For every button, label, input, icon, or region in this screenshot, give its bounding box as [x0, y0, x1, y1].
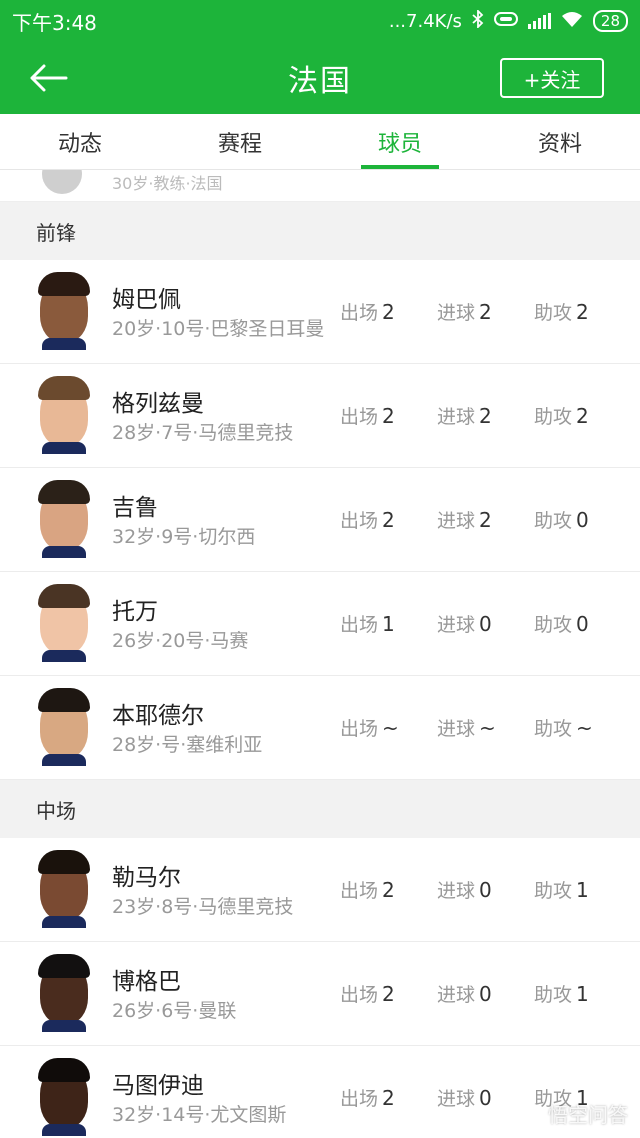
player-name: 勒马尔	[112, 865, 181, 891]
coach-row-partial[interactable]: 30岁·教练·法国	[0, 170, 640, 202]
player-meta: 32岁·14号·尤文图斯	[112, 1104, 287, 1126]
wifi-icon	[561, 11, 583, 32]
player-avatar	[38, 1058, 90, 1136]
player-name: 博格巴	[112, 969, 181, 995]
assists-stat: 助攻 ~	[534, 716, 593, 740]
coach-meta: 30岁·教练·法国	[112, 174, 223, 193]
player-meta: 28岁·号·塞维利亚	[112, 734, 263, 756]
player-avatar	[38, 480, 90, 558]
player-meta: 32岁·9号·切尔西	[112, 526, 256, 548]
page-title: 法国	[288, 64, 352, 99]
player-avatar	[38, 688, 90, 766]
appearances-stat: 出场 2	[340, 1086, 395, 1110]
player-meta: 23岁·8号·马德里竞技	[112, 896, 294, 918]
wukong-logo-icon	[512, 1101, 542, 1126]
appearances-stat: 出场 2	[340, 404, 395, 428]
assists-stat: 助攻 0	[534, 508, 589, 532]
assists-stat: 助攻 2	[534, 300, 589, 324]
app-bar: 法国 +关注	[0, 42, 640, 114]
goals-stat: 进球 0	[437, 982, 492, 1006]
player-row[interactable]: 格列兹曼 28岁·7号·马德里竞技 出场 2 进球 2 助攻 2	[0, 364, 640, 468]
status-icons: ...7.4K/s 28	[388, 8, 628, 33]
signal-icon	[527, 13, 551, 29]
goals-stat: 进球 0	[437, 1086, 492, 1110]
goals-stat: 进球 2	[437, 508, 492, 532]
goals-stat: 进球 0	[437, 878, 492, 902]
player-name: 本耶德尔	[112, 703, 204, 729]
player-name: 吉鲁	[112, 495, 158, 521]
arrow-left-icon	[30, 64, 68, 92]
watermark: 悟空问答	[512, 1099, 628, 1128]
player-avatar	[38, 850, 90, 928]
player-avatar	[38, 584, 90, 662]
battery-icon: 28	[592, 10, 628, 32]
player-avatar	[38, 954, 90, 1032]
tab-players[interactable]: 球员	[320, 114, 480, 169]
watermark-text: 悟空问答	[548, 1103, 628, 1127]
appearances-stat: 出场 2	[340, 982, 395, 1006]
player-row[interactable]: 吉鲁 32岁·9号·切尔西 出场 2 进球 2 助攻 0	[0, 468, 640, 572]
goals-stat: 进球 2	[437, 404, 492, 428]
appearances-stat: 出场 2	[340, 300, 395, 324]
player-meta: 28岁·7号·马德里竞技	[112, 422, 294, 444]
section-header-midfielders: 中场	[0, 780, 640, 838]
follow-button[interactable]: +关注	[500, 58, 604, 98]
screen: 下午3:48 ...7.4K/s 28 法国 +关注 动态 赛程 球员 资料 3…	[0, 0, 640, 1138]
appearances-stat: 出场 2	[340, 878, 395, 902]
player-meta: 26岁·6号·曼联	[112, 1000, 237, 1022]
tab-info[interactable]: 资料	[480, 114, 640, 169]
player-name: 马图伊迪	[112, 1073, 204, 1099]
goals-stat: 进球 2	[437, 300, 492, 324]
bluetooth-icon	[472, 8, 484, 33]
player-name: 托万	[112, 599, 158, 625]
player-avatar	[38, 272, 90, 350]
network-speed: ...7.4K/s	[388, 10, 462, 32]
headphones-icon	[493, 11, 518, 32]
player-name: 姆巴佩	[112, 287, 181, 313]
tab-schedule[interactable]: 赛程	[160, 114, 320, 169]
assists-stat: 助攻 0	[534, 612, 589, 636]
player-row[interactable]: 博格巴 26岁·6号·曼联 出场 2 进球 0 助攻 1	[0, 942, 640, 1046]
tab-news[interactable]: 动态	[0, 114, 160, 169]
player-meta: 26岁·20号·马赛	[112, 630, 249, 652]
assists-stat: 助攻 1	[534, 982, 589, 1006]
appearances-stat: 出场 1	[340, 612, 395, 636]
battery-level: 28	[600, 12, 620, 30]
assists-stat: 助攻 2	[534, 404, 589, 428]
section-header-forwards: 前锋	[0, 202, 640, 260]
status-time: 下午3:48	[12, 10, 97, 35]
player-row[interactable]: 姆巴佩 20岁·10号·巴黎圣日耳曼 出场 2 进球 2 助攻 2	[0, 260, 640, 364]
appearances-stat: 出场 2	[340, 508, 395, 532]
avatar	[42, 170, 82, 194]
goals-stat: 进球 ~	[437, 716, 496, 740]
assists-stat: 助攻 1	[534, 878, 589, 902]
tab-bar: 动态 赛程 球员 资料	[0, 114, 640, 170]
goals-stat: 进球 0	[437, 612, 492, 636]
player-row[interactable]: 本耶德尔 28岁·号·塞维利亚 出场 ~ 进球 ~ 助攻 ~	[0, 676, 640, 780]
player-avatar	[38, 376, 90, 454]
player-row[interactable]: 勒马尔 23岁·8号·马德里竞技 出场 2 进球 0 助攻 1	[0, 838, 640, 942]
appearances-stat: 出场 ~	[340, 716, 399, 740]
status-bar: 下午3:48 ...7.4K/s 28	[0, 0, 640, 42]
back-button[interactable]	[24, 54, 72, 102]
player-row[interactable]: 托万 26岁·20号·马赛 出场 1 进球 0 助攻 0	[0, 572, 640, 676]
player-meta: 20岁·10号·巴黎圣日耳曼	[112, 318, 325, 340]
player-name: 格列兹曼	[112, 391, 204, 417]
